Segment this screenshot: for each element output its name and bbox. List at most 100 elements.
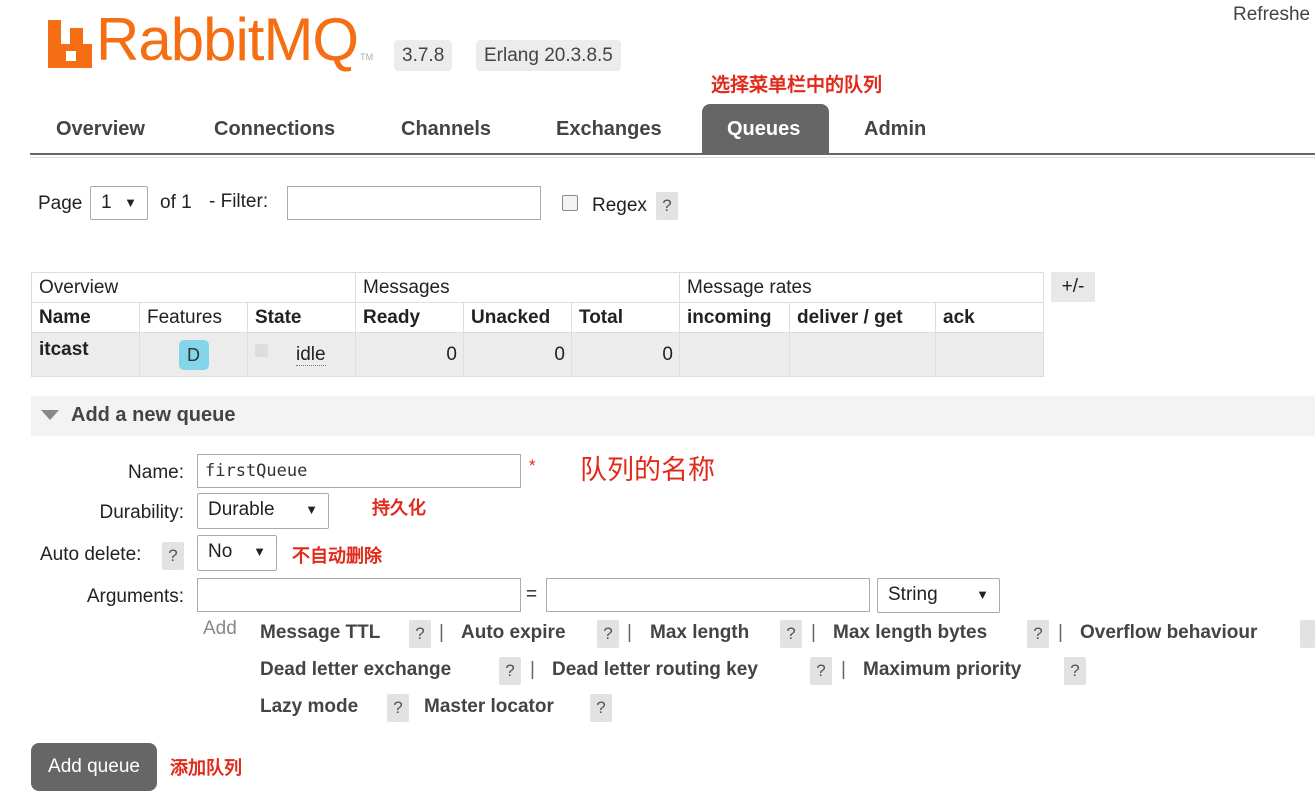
group-header-overview: Overview — [31, 272, 356, 303]
separator: | — [841, 659, 846, 680]
chevron-down-icon: ▼ — [253, 544, 266, 559]
chevron-down-icon: ▼ — [976, 587, 989, 602]
page-label: Page — [38, 193, 83, 214]
queues-table: Overview Messages Message rates Name Fea… — [31, 272, 1044, 377]
separator: | — [811, 622, 816, 643]
durability-label: Durability: — [99, 502, 184, 523]
page-select[interactable]: 1 ▼ — [90, 186, 148, 220]
annotation-no-auto-delete: 不自动删除 — [292, 546, 382, 567]
triangle-down-icon — [41, 410, 59, 420]
erlang-version-badge: Erlang 20.3.8.5 — [476, 40, 621, 71]
help-button[interactable]: ? — [597, 620, 619, 648]
tab-exchanges[interactable]: Exchanges — [531, 104, 687, 153]
arg-tag-master-locator[interactable]: Master locator — [424, 696, 554, 718]
chevron-down-icon: ▼ — [124, 195, 137, 210]
rabbit-logo-icon — [48, 20, 92, 68]
page-select-value: 1 — [101, 192, 112, 213]
chevron-down-icon: ▼ — [305, 502, 318, 517]
group-header-messages: Messages — [355, 272, 680, 303]
auto-delete-select-value: No — [208, 541, 233, 562]
name-label: Name: — [128, 462, 184, 483]
arg-tag-maximum-priority[interactable]: Maximum priority — [863, 659, 1021, 681]
annotation-add-queue: 添加队列 — [170, 758, 242, 779]
arg-tag-auto-expire[interactable]: Auto expire — [461, 622, 566, 644]
column-header-ready[interactable]: Ready — [355, 302, 464, 333]
help-button[interactable]: ? — [499, 657, 521, 685]
column-header-state[interactable]: State — [247, 302, 356, 333]
add-argument-label: Add — [203, 618, 237, 639]
separator: | — [1058, 622, 1063, 643]
filter-label: - Filter: — [209, 191, 269, 212]
table-row[interactable]: itcast D idle 0 0 0 — [31, 332, 1044, 377]
separator: | — [439, 622, 444, 643]
tab-connections[interactable]: Connections — [189, 104, 360, 153]
argument-key-input[interactable] — [197, 578, 521, 612]
arg-tag-dead-letter-routing-key[interactable]: Dead letter routing key — [552, 659, 758, 681]
help-button[interactable]: ? — [1064, 657, 1086, 685]
auto-delete-help-button[interactable]: ? — [162, 542, 184, 570]
add-queue-section-title: Add a new queue — [71, 404, 236, 426]
help-button[interactable] — [1300, 620, 1315, 648]
ack-value — [935, 332, 1044, 377]
regex-help-button[interactable]: ? — [656, 192, 678, 220]
group-header-message-rates: Message rates — [679, 272, 1044, 303]
regex-checkbox[interactable] — [562, 195, 578, 211]
incoming-value — [679, 332, 790, 377]
column-header-incoming[interactable]: incoming — [679, 302, 790, 333]
column-toggle-button[interactable]: +/- — [1051, 272, 1095, 302]
logo-trademark: TM — [360, 52, 374, 62]
state-cell: idle — [247, 332, 356, 377]
durability-select-value: Durable — [208, 499, 275, 520]
equals-sign: = — [526, 584, 538, 605]
arguments-label: Arguments: — [86, 586, 184, 607]
separator: | — [530, 659, 535, 680]
arg-tag-max-length-bytes[interactable]: Max length bytes — [833, 622, 987, 644]
ready-value: 0 — [355, 332, 464, 377]
column-header-total[interactable]: Total — [571, 302, 680, 333]
help-button[interactable]: ? — [810, 657, 832, 685]
separator: | — [627, 622, 632, 643]
add-queue-button[interactable]: Add queue — [31, 743, 157, 791]
features-cell: D — [139, 332, 248, 377]
annotation-durable: 持久化 — [372, 498, 426, 519]
argument-type-select[interactable]: String ▼ — [877, 578, 1000, 613]
durable-badge: D — [178, 339, 209, 370]
column-header-unacked[interactable]: Unacked — [463, 302, 572, 333]
tab-channels[interactable]: Channels — [376, 104, 516, 153]
arg-tag-message-ttl[interactable]: Message TTL — [260, 622, 380, 644]
column-header-deliver-get[interactable]: deliver / get — [789, 302, 936, 333]
column-header-name[interactable]: Name — [31, 302, 140, 333]
annotation-queue-name: 队列的名称 — [580, 455, 715, 486]
main-nav-tabs: Overview Connections Channels Exchanges … — [30, 104, 1315, 155]
help-button[interactable]: ? — [590, 694, 612, 722]
arg-tag-overflow-behaviour[interactable]: Overflow behaviour — [1080, 622, 1257, 644]
required-mark: * — [529, 456, 536, 475]
durability-select[interactable]: Durable ▼ — [197, 493, 329, 529]
version-badge: 3.7.8 — [394, 40, 453, 71]
refreshed-label: Refreshe — [1233, 4, 1311, 25]
arg-tag-dead-letter-exchange[interactable]: Dead letter exchange — [260, 659, 451, 681]
rabbitmq-logo: RabbitMQ TM — [48, 10, 374, 70]
tab-overview[interactable]: Overview — [31, 104, 170, 153]
auto-delete-select[interactable]: No ▼ — [197, 535, 277, 571]
annotation-select-queue: 选择菜单栏中的队列 — [711, 74, 883, 96]
column-header-features: Features — [139, 302, 248, 333]
help-button[interactable]: ? — [780, 620, 802, 648]
queue-name-input[interactable]: firstQueue — [197, 454, 521, 488]
help-button[interactable]: ? — [387, 694, 409, 722]
column-header-ack[interactable]: ack — [935, 302, 1044, 333]
auto-delete-label: Auto delete: — [40, 544, 142, 565]
help-button[interactable]: ? — [409, 620, 431, 648]
tab-admin[interactable]: Admin — [839, 104, 951, 153]
tab-queues[interactable]: Queues — [702, 104, 829, 153]
add-queue-section-header[interactable]: Add a new queue — [31, 396, 1315, 436]
help-button[interactable]: ? — [1027, 620, 1049, 648]
arg-tag-max-length[interactable]: Max length — [650, 622, 749, 644]
queue-name-link[interactable]: itcast — [31, 332, 140, 377]
total-value: 0 — [571, 332, 680, 377]
arg-tag-lazy-mode[interactable]: Lazy mode — [260, 696, 358, 718]
argument-value-input[interactable] — [546, 578, 870, 612]
filter-input[interactable] — [287, 186, 541, 220]
argument-type-select-value: String — [888, 584, 938, 605]
regex-label: Regex — [592, 195, 647, 216]
